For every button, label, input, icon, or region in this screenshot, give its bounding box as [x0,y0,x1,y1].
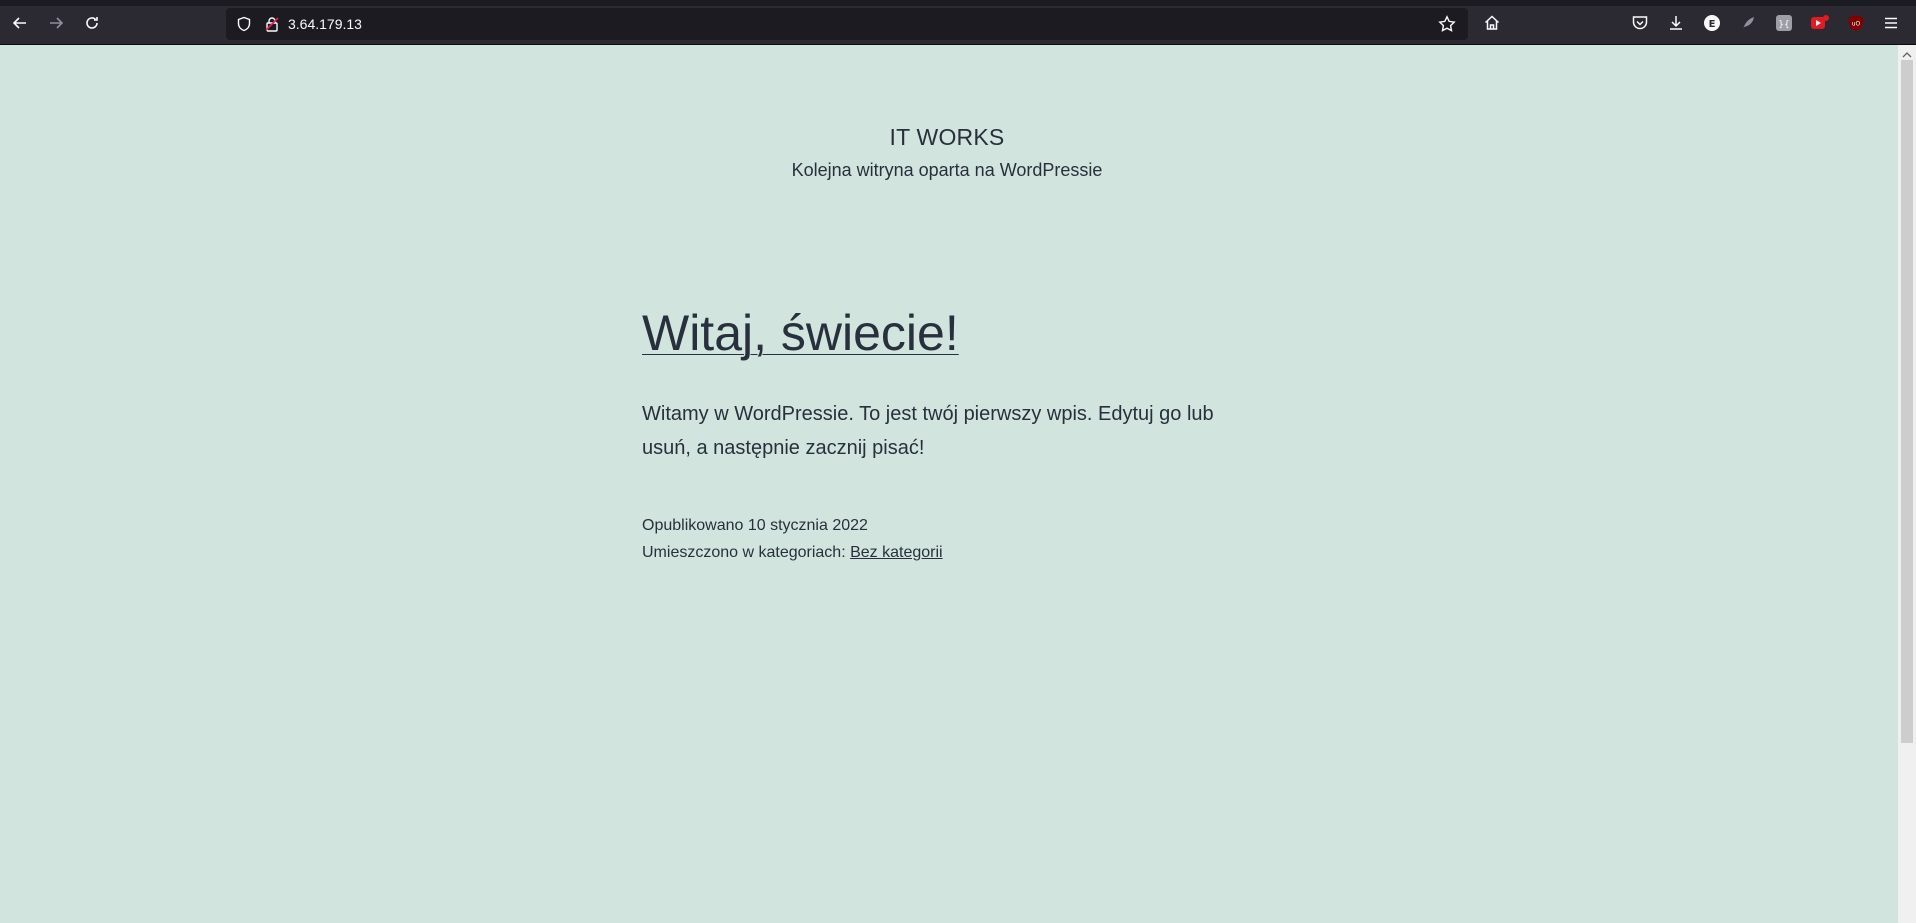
pocket-icon[interactable] [1630,13,1650,33]
category-prefix: Umieszczono w kategoriach: [642,544,846,561]
ublock-icon[interactable]: uO [1846,13,1866,33]
forward-icon[interactable] [45,12,67,34]
site-description: Kolejna witryna oparta na WordPressie [791,160,1103,180]
extension-red-icon[interactable] [1810,13,1830,33]
extension-e-icon[interactable]: E [1702,13,1722,33]
svg-text:uO: uO [1852,21,1861,28]
download-icon[interactable] [1666,13,1686,33]
post-title-link[interactable]: Witaj, świecie! [642,306,959,361]
site-title[interactable]: IT WORKS [0,124,1894,151]
post-categories: Umieszczono w kategoriach: Bez kategorii [642,544,943,562]
back-icon[interactable] [9,12,31,34]
lock-icon[interactable] [264,16,280,37]
home-icon[interactable] [1482,13,1502,33]
extension-box-icon[interactable]: }{ [1774,13,1794,33]
post-body: Witamy w WordPressie. To jest twój pierw… [642,403,1214,459]
star-icon[interactable] [1438,15,1456,38]
extension-feather-icon[interactable] [1738,13,1758,33]
post-published-date: Opublikowano 10 stycznia 2022 [642,517,868,534]
reload-icon[interactable] [81,12,103,34]
svg-text:E: E [1709,19,1716,30]
scrollbar-thumb[interactable] [1901,60,1913,743]
category-link[interactable]: Bez kategorii [850,544,943,561]
svg-text:}{: }{ [1778,20,1789,30]
menu-icon[interactable] [1881,13,1901,33]
url-bar[interactable]: 3.64.179.13 [226,8,1468,40]
browser-toolbar: 3.64.179.13 E }{ uO [0,0,1916,45]
scroll-up-arrow-icon[interactable] [1900,47,1914,58]
shield-icon[interactable] [236,16,252,37]
url-text[interactable]: 3.64.179.13 [288,16,362,32]
